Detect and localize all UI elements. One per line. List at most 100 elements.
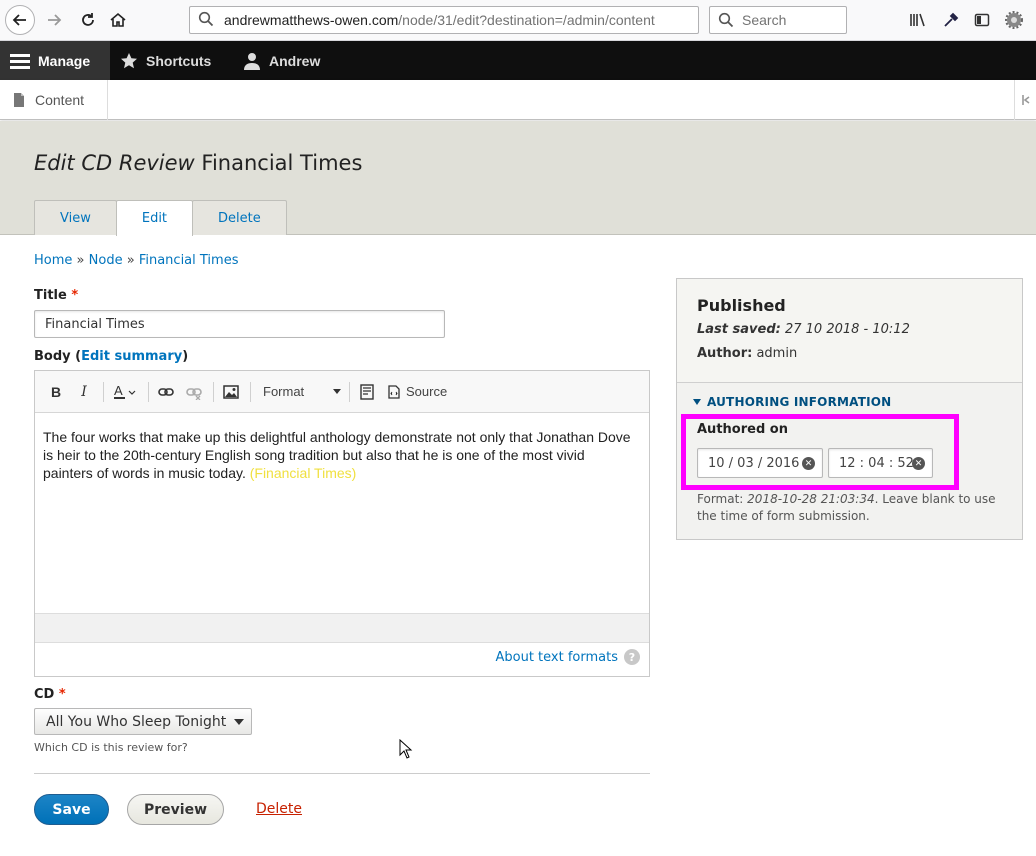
breadcrumb-financial-times[interactable]: Financial Times bbox=[139, 253, 239, 268]
last-saved-value: 27 10 2018 - 10:12 bbox=[784, 322, 910, 337]
chevron-down-icon bbox=[333, 388, 341, 394]
page-title-type: Edit CD Review bbox=[34, 151, 195, 175]
italic-button[interactable]: I bbox=[71, 379, 97, 405]
breadcrumb-separator: » bbox=[76, 253, 85, 268]
primary-tabs: View Edit Delete bbox=[34, 200, 287, 236]
tab-view[interactable]: View bbox=[34, 200, 117, 235]
required-marker: * bbox=[71, 288, 79, 303]
delete-link[interactable]: Delete bbox=[256, 801, 302, 817]
breadcrumb-home[interactable]: Home bbox=[34, 253, 72, 268]
page-header: Edit CD Review Financial Times View Edit… bbox=[0, 121, 1036, 236]
templates-icon[interactable] bbox=[354, 379, 380, 405]
extension-gear-icon[interactable] bbox=[1004, 10, 1024, 30]
unlink-icon[interactable] bbox=[181, 379, 207, 405]
title-field[interactable]: Financial Times bbox=[34, 310, 445, 338]
authored-on-label: Authored on bbox=[697, 422, 788, 437]
search-input[interactable]: Search bbox=[709, 6, 847, 34]
page-title-name: Financial Times bbox=[201, 151, 363, 175]
breadcrumb: Home » Node » Financial Times bbox=[34, 253, 238, 268]
toolbar-shortcuts[interactable]: Shortcuts bbox=[120, 41, 211, 80]
text-color-button[interactable]: A bbox=[108, 379, 142, 405]
authored-time-value: 12 : 04 : 52 bbox=[839, 455, 914, 471]
source-button[interactable]: Source bbox=[388, 384, 447, 399]
about-text-formats[interactable]: About text formats ? bbox=[495, 649, 640, 665]
mouse-cursor-icon bbox=[399, 738, 413, 763]
format-dropdown-label: Format bbox=[263, 384, 305, 399]
source-icon bbox=[388, 384, 400, 399]
url-search-icon bbox=[198, 11, 214, 30]
admin-toolbar: Manage Shortcuts Andrew bbox=[0, 41, 1036, 80]
forward-icon[interactable] bbox=[40, 6, 68, 34]
hamburger-icon bbox=[10, 53, 30, 69]
tray-item-content-label: Content bbox=[35, 92, 85, 108]
toolbar-separator bbox=[148, 381, 149, 402]
search-icon bbox=[718, 12, 734, 28]
clear-date-icon[interactable]: ✕ bbox=[802, 457, 815, 470]
toolbar-user-label: Andrew bbox=[269, 52, 321, 69]
toolbar-separator bbox=[349, 381, 350, 402]
edit-summary-link[interactable]: Edit summary bbox=[81, 349, 182, 364]
toolbar-manage[interactable]: Manage bbox=[0, 41, 110, 80]
divider bbox=[34, 773, 650, 774]
breadcrumb-separator: » bbox=[126, 253, 135, 268]
format-dropdown[interactable]: Format bbox=[255, 379, 345, 405]
cd-select-value: All You Who Sleep Tonight bbox=[46, 713, 227, 730]
bold-button[interactable]: B bbox=[43, 379, 69, 405]
url-bar[interactable]: andrewmatthews-owen.com/node/31/edit?des… bbox=[189, 6, 699, 34]
body-label-text: Body bbox=[34, 349, 71, 364]
authored-time-field[interactable]: 12 : 04 : 52 ✕ bbox=[828, 448, 933, 478]
cd-label: CD * bbox=[34, 687, 66, 702]
last-saved: Last saved: 27 10 2018 - 10:12 bbox=[697, 322, 910, 337]
authoring-information-toggle[interactable]: AUTHORING INFORMATION bbox=[693, 395, 891, 409]
link-icon[interactable] bbox=[153, 379, 179, 405]
preview-button[interactable]: Preview bbox=[127, 794, 224, 825]
tray-item-content[interactable]: Content bbox=[0, 80, 108, 120]
clear-time-icon[interactable]: ✕ bbox=[912, 457, 925, 470]
editor-content[interactable]: The four works that make up this delight… bbox=[43, 428, 633, 482]
author: Author: admin bbox=[697, 346, 797, 361]
author-label: Author: bbox=[697, 346, 753, 361]
title-label: Title * bbox=[34, 288, 78, 303]
triangle-down-icon bbox=[693, 399, 701, 405]
cd-select[interactable]: All You Who Sleep Tonight bbox=[34, 708, 252, 735]
toolbar-separator bbox=[103, 381, 104, 402]
format-prefix: Format: bbox=[697, 492, 744, 506]
editor-status-bar bbox=[35, 613, 649, 643]
required-marker: * bbox=[58, 687, 66, 702]
star-icon bbox=[121, 52, 137, 68]
breadcrumb-node[interactable]: Node bbox=[89, 253, 123, 268]
search-placeholder: Search bbox=[742, 12, 787, 28]
back-icon[interactable] bbox=[5, 5, 35, 35]
title-field-value: Financial Times bbox=[45, 316, 145, 332]
toolbar-separator bbox=[250, 381, 251, 402]
toolbar-tray: Content bbox=[0, 80, 1036, 120]
image-icon[interactable] bbox=[218, 379, 244, 405]
authored-date-field[interactable]: 10 / 03 / 2016 ✕ bbox=[697, 448, 823, 478]
save-button[interactable]: Save bbox=[34, 794, 109, 825]
tab-delete[interactable]: Delete bbox=[192, 200, 287, 235]
toolbar-shortcuts-label: Shortcuts bbox=[146, 52, 212, 69]
home-icon[interactable] bbox=[104, 6, 132, 34]
reload-icon[interactable] bbox=[74, 6, 102, 34]
last-saved-label: Last saved: bbox=[697, 322, 781, 337]
page-title: Edit CD Review Financial Times bbox=[34, 151, 362, 175]
date-format-description: Format: 2018-10-28 21:03:34. Leave blank… bbox=[697, 491, 1017, 525]
title-label-text: Title bbox=[34, 288, 67, 303]
body-label: Body (Edit summary) bbox=[34, 349, 189, 364]
authoring-information-title: AUTHORING INFORMATION bbox=[707, 395, 892, 409]
sidebar-icon[interactable] bbox=[972, 10, 992, 30]
editor-toolbar: B I A Format Source bbox=[35, 371, 649, 413]
toolbar-user[interactable]: Andrew bbox=[243, 41, 320, 80]
chevron-down-icon bbox=[234, 719, 244, 725]
library-icon[interactable] bbox=[908, 10, 928, 30]
eyedropper-icon[interactable] bbox=[941, 10, 961, 30]
authored-date-value: 10 / 03 / 2016 bbox=[708, 455, 800, 471]
help-icon[interactable]: ? bbox=[624, 649, 640, 665]
about-text-formats-link[interactable]: About text formats bbox=[495, 650, 618, 665]
format-example: 2018-10-28 21:03:34 bbox=[747, 492, 875, 506]
tray-collapse-icon[interactable] bbox=[1014, 80, 1036, 120]
browser-toolbar: andrewmatthews-owen.com/node/31/edit?des… bbox=[0, 0, 1036, 41]
tab-edit[interactable]: Edit bbox=[115, 200, 194, 236]
url-domain: andrewmatthews-owen.com bbox=[224, 12, 399, 28]
toolbar-separator bbox=[213, 381, 214, 402]
